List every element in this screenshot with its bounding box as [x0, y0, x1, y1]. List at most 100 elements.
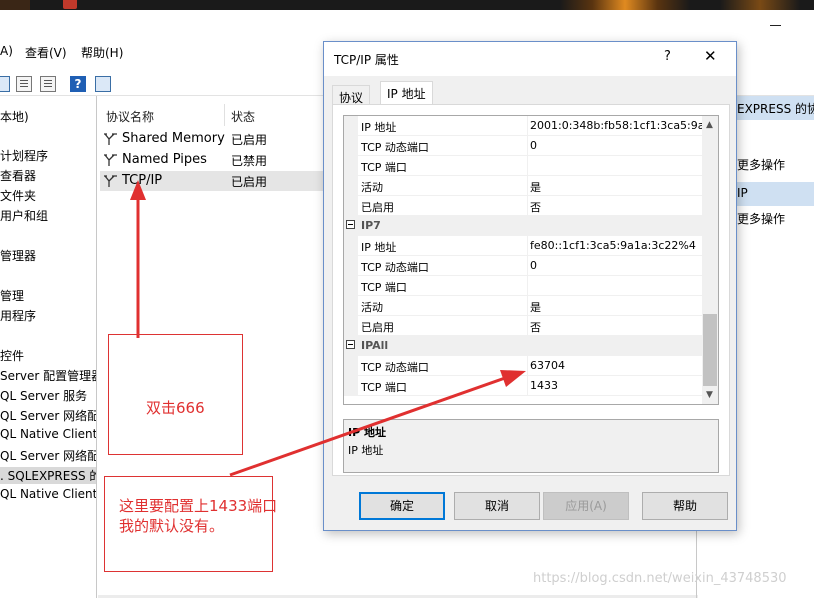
row-gutter — [344, 316, 358, 336]
scroll-down-icon[interactable]: ▼ — [706, 390, 713, 400]
close-button[interactable]: ✕ — [704, 47, 717, 65]
app-icon — [63, 0, 77, 9]
tree-item[interactable]: 管理器 — [0, 247, 36, 264]
description-title: IP 地址 — [348, 426, 386, 439]
dialog-title: TCP/IP 属性 — [334, 53, 399, 67]
tree-item-selected[interactable]: . SQLEXPRESS 的 — [0, 467, 96, 484]
list-view-icon[interactable] — [16, 76, 32, 92]
show-action-pane-icon[interactable] — [95, 76, 111, 92]
grid-value: 2001:0:348b:fb58:1cf1:3ca5:9a1a: — [530, 119, 719, 132]
grid-row[interactable]: 活动 是 — [344, 176, 702, 196]
protocol-icon — [104, 133, 117, 145]
grid-value: 是 — [530, 181, 541, 194]
tree-item[interactable]: Server 配置管理器 — [0, 367, 96, 384]
scroll-up-icon[interactable]: ▲ — [706, 120, 713, 130]
tree-item[interactable]: QL Server 服务 — [0, 387, 87, 404]
menu-help[interactable]: 帮助(H) — [81, 44, 123, 61]
annotation-text: 双击666 — [146, 399, 205, 417]
grid-row[interactable]: TCP 端口 — [344, 156, 702, 176]
collapse-icon[interactable] — [346, 340, 355, 349]
grid-value: 63704 — [530, 359, 565, 372]
grid-key: TCP 端口 — [361, 381, 407, 394]
minimize-button[interactable] — [770, 20, 782, 30]
protocol-state: 已启用 — [231, 175, 268, 189]
grid-row[interactable]: 已启用 否 — [344, 316, 702, 336]
category-ip7[interactable]: IP7 — [344, 216, 702, 236]
protocol-icon — [104, 154, 117, 166]
export-icon[interactable] — [40, 76, 56, 92]
column-divider[interactable] — [224, 104, 225, 126]
grid-row[interactable]: IP 地址 2001:0:348b:fb58:1cf1:3ca5:9a1a: — [344, 116, 718, 136]
collapse-icon[interactable] — [346, 220, 355, 229]
protocol-icon — [104, 175, 117, 187]
grid-divider — [527, 156, 528, 176]
tree-item[interactable]: QL Server 网络配 — [0, 407, 96, 424]
tree-item[interactable]: 控件 — [0, 347, 24, 364]
tab-protocol[interactable]: 协议 — [332, 85, 371, 105]
grid-scrollbar[interactable]: ▲ ▼ — [702, 116, 718, 404]
protocol-name: TCP/IP — [122, 173, 163, 188]
tree-item[interactable]: 查看器 — [0, 167, 36, 184]
grid-divider — [527, 256, 528, 276]
protocol-row-shared-memory[interactable]: Shared Memory 已启用 — [100, 129, 325, 149]
annotation-text: 这里要配置上1433端口 — [119, 497, 278, 515]
menu-action[interactable]: A) — [0, 44, 13, 58]
grid-row[interactable]: TCP 端口 — [344, 276, 702, 296]
grid-row[interactable]: TCP 动态端口 63704 — [344, 356, 702, 376]
grid-row[interactable]: 已启用 否 — [344, 196, 702, 216]
help-icon[interactable]: ? — [70, 76, 86, 92]
tree-item[interactable]: 本地) — [0, 108, 29, 125]
grid-key: IP 地址 — [361, 241, 397, 254]
help-button[interactable]: ? — [664, 49, 671, 64]
menu-view[interactable]: 查看(V) — [25, 44, 67, 61]
tree-item[interactable]: QL Native Client — [0, 487, 96, 501]
tree-item[interactable]: 计划程序 — [0, 147, 48, 164]
grid-row-tcp-port[interactable]: TCP 端口 1433 — [344, 376, 702, 396]
grid-value: 否 — [530, 321, 541, 334]
actions-header-title: EXPRESS 的协议 — [737, 102, 814, 116]
tab-ip-address[interactable]: IP 地址 — [380, 81, 433, 105]
tree-item[interactable]: QL Native Client — [0, 427, 96, 441]
description-box: IP 地址 IP 地址 — [343, 419, 719, 473]
category-ipall[interactable]: IPAll — [344, 336, 702, 356]
grid-divider — [527, 236, 528, 256]
row-gutter — [344, 176, 358, 196]
column-header-name[interactable]: 协议名称 — [106, 108, 154, 125]
desktop-strip — [0, 0, 814, 10]
help-dialog-button[interactable]: 帮助 — [642, 492, 728, 520]
grid-row[interactable]: TCP 动态端口 0 — [344, 136, 702, 156]
tree-item[interactable]: 管理 — [0, 287, 24, 304]
grid-key: TCP 动态端口 — [361, 141, 429, 154]
row-gutter — [344, 136, 358, 156]
grid-value: 0 — [530, 259, 537, 272]
scroll-thumb[interactable] — [703, 314, 717, 386]
grid-value: fe80::1cf1:3ca5:9a1a:3c22%4 — [530, 239, 696, 252]
apply-button[interactable]: 应用(A) — [543, 492, 629, 520]
annotation-text: 我的默认没有。 — [119, 517, 225, 535]
category-name: IP7 — [361, 219, 381, 232]
grid-key: 活动 — [361, 181, 383, 194]
cancel-button[interactable]: 取消 — [454, 492, 540, 520]
desktop-glow — [560, 0, 690, 10]
tree-item[interactable]: 用程序 — [0, 307, 36, 324]
tree-item[interactable]: 文件夹 — [0, 187, 36, 204]
tree-item[interactable]: QL Server 网络配 — [0, 447, 96, 464]
row-gutter — [344, 276, 358, 296]
protocol-state: 已禁用 — [231, 154, 268, 168]
row-gutter — [344, 256, 358, 276]
grid-divider — [527, 176, 528, 196]
protocol-row-named-pipes[interactable]: Named Pipes 已禁用 — [100, 150, 325, 170]
grid-key: 已启用 — [361, 201, 394, 214]
tree-item[interactable]: 用户和组 — [0, 207, 48, 224]
column-header-state[interactable]: 状态 — [231, 108, 255, 125]
protocol-row-tcp-ip[interactable]: TCP/IP 已启用 — [100, 171, 325, 191]
grid-row[interactable]: 活动 是 — [344, 296, 702, 316]
properties-icon[interactable] — [0, 76, 10, 92]
grid-divider — [527, 276, 528, 296]
grid-row[interactable]: IP 地址 fe80::1cf1:3ca5:9a1a:3c22%4 — [344, 236, 702, 256]
more-actions-link[interactable]: 更多操作 — [737, 156, 785, 173]
ok-button[interactable]: 确定 — [359, 492, 445, 520]
console-tree: 本地) 计划程序 查看器 文件夹 用户和组 管理器 管理 用程序 控件 Serv… — [0, 96, 97, 598]
more-actions-link[interactable]: 更多操作 — [737, 210, 785, 227]
grid-row[interactable]: TCP 动态端口 0 — [344, 256, 702, 276]
